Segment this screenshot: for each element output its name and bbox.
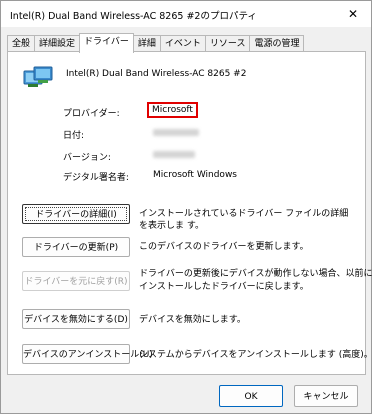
network-adapter-icon [23, 66, 53, 87]
driver-details-description: インストールされているドライバー ファイルの詳細を表示しま す。 [139, 209, 349, 231]
date-value-redacted [153, 129, 199, 139]
driver-details-button[interactable]: ドライバーの詳細(I) [22, 204, 130, 224]
cancel-button[interactable]: キャンセル [294, 385, 358, 407]
date-label: 日付: [63, 131, 85, 141]
provider-label: プロバイダー: [63, 109, 120, 119]
rollback-driver-button: ドライバーを元に戻す(R) [22, 271, 130, 291]
tab-strip: 全般 詳細設定 ドライバー 詳細 イベント リソース 電源の管理 [7, 33, 305, 53]
device-name: Intel(R) Dual Band Wireless-AC 8265 #2 [66, 69, 247, 79]
close-icon[interactable]: ✕ [341, 3, 365, 25]
driver-tab-panel: Intel(R) Dual Band Wireless-AC 8265 #2 プ… [7, 51, 372, 375]
version-label: バージョン: [63, 153, 111, 163]
rollback-description-line1: ドライバーの更新後にデバイスが動作しない場合、以前に [139, 269, 372, 279]
update-driver-description: このデバイスのドライバーを更新します。 [139, 242, 309, 252]
tab-driver[interactable]: ドライバー [79, 33, 134, 53]
properties-dialog: Intel(R) Dual Band Wireless-AC 8265 #2のプ… [0, 0, 372, 414]
provider-value: Microsoft [147, 102, 198, 118]
uninstall-device-description: システムからデバイスをアンインストールします (高度)。 [139, 350, 372, 360]
title-bar: Intel(R) Dual Band Wireless-AC 8265 #2のプ… [1, 1, 371, 27]
disable-device-description: デバイスを無効にします。 [139, 315, 246, 325]
ok-button[interactable]: OK [219, 385, 283, 407]
update-driver-button[interactable]: ドライバーの更新(P) [22, 237, 130, 257]
window-title: Intel(R) Dual Band Wireless-AC 8265 #2のプ… [10, 11, 257, 22]
signer-value: Microsoft Windows [153, 170, 237, 180]
disable-device-button[interactable]: デバイスを無効にする(D) [22, 309, 130, 329]
version-value-redacted [153, 151, 195, 161]
rollback-description-line2: インストールしたドライバーに戻します。 [139, 282, 309, 292]
signer-label: デジタル署名者: [63, 173, 129, 183]
uninstall-device-button[interactable]: デバイスのアンインストール(U) [22, 344, 153, 364]
